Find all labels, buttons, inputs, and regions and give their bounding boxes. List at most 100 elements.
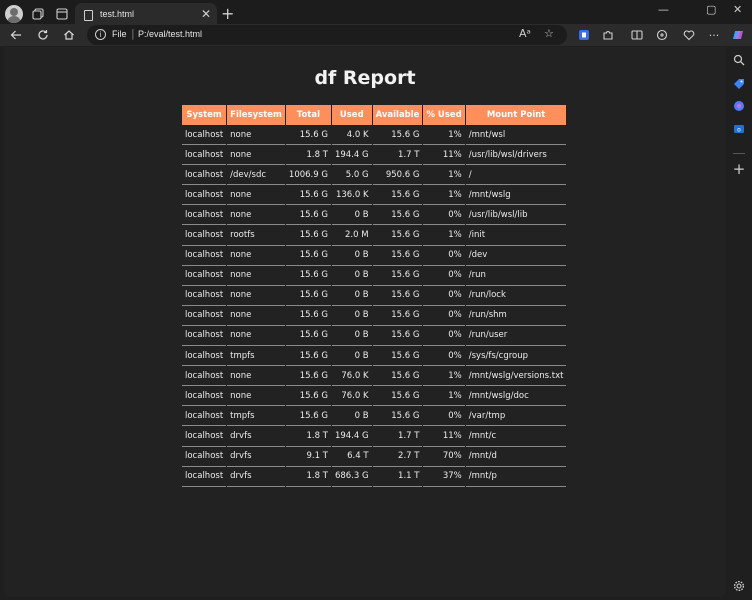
cell-filesystem: rootfs bbox=[227, 225, 285, 246]
apps-icon[interactable] bbox=[731, 98, 747, 114]
cell-filesystem: none bbox=[227, 366, 285, 387]
cell-available: 15.6 G bbox=[372, 266, 423, 286]
table-header-row: System Filesystem Total Used Available %… bbox=[182, 105, 567, 125]
address-bar[interactable]: i File | P:/eval/test.html Aᵃ ☆ bbox=[87, 25, 567, 45]
column-header-mount-point: Mount Point bbox=[465, 105, 567, 125]
copilot-icon[interactable] bbox=[731, 27, 747, 43]
cell-pct-used: 0% bbox=[423, 246, 465, 266]
table-row: localhost none 15.6 G 136.0 K 15.6 G 1%/mnt/w… bbox=[182, 185, 567, 206]
column-header-total: Total bbox=[285, 105, 331, 125]
cell-total: 15.6 G bbox=[285, 346, 331, 367]
table-row: localhost/dev/sdc 1006.9 G 5.0 G 950.6 G 1% / bbox=[182, 165, 567, 186]
table-row: localhost none 15.6 G 4.0 K 15.6 G 1%/mnt/wsl bbox=[182, 125, 567, 146]
cell-pct-used: 70% bbox=[423, 447, 465, 467]
plus-icon[interactable]: + bbox=[221, 4, 234, 23]
maximize-icon[interactable]: ▢ bbox=[706, 3, 716, 16]
cell-mount-point: /sys/fs/cgroup bbox=[465, 346, 567, 367]
heart-pulse-icon[interactable] bbox=[681, 27, 697, 43]
profile-avatar[interactable] bbox=[5, 5, 23, 23]
minimize-icon[interactable]: — bbox=[658, 3, 669, 16]
table-row: localhost none 15.6 G 76.0 K 15.6 G 1%/mnt/ws… bbox=[182, 366, 567, 387]
home-icon[interactable] bbox=[59, 25, 79, 45]
close-window-icon[interactable]: ✕ bbox=[733, 3, 742, 16]
cell-available: 15.6 G bbox=[372, 286, 423, 306]
cell-pct-used: 0% bbox=[423, 326, 465, 347]
table-row: localhost none 15.6 G0 B 15.6 G 0%/run bbox=[182, 266, 567, 286]
split-screen-icon[interactable] bbox=[629, 27, 645, 43]
column-header-system: System bbox=[182, 105, 227, 125]
cell-available: 15.6 G bbox=[372, 185, 423, 206]
shield-extension-icon[interactable] bbox=[576, 27, 592, 43]
svg-text:o: o bbox=[737, 127, 741, 134]
cell-system: localhost bbox=[182, 326, 227, 347]
column-header-filesystem: Filesystem bbox=[227, 105, 285, 125]
cell-total: 1.8 T bbox=[285, 467, 331, 487]
cell-total: 1006.9 G bbox=[285, 165, 331, 186]
cell-filesystem: tmpfs bbox=[227, 406, 285, 427]
cell-mount-point: /run bbox=[465, 266, 567, 286]
table-row: localhost drvfs 9.1 T 6.4 T 2.7 T 70%/mnt/d bbox=[182, 447, 567, 467]
more-icon[interactable]: ··· bbox=[706, 27, 722, 43]
collections-icon[interactable] bbox=[654, 27, 670, 43]
cell-system: localhost bbox=[182, 185, 227, 206]
cell-pct-used: 0% bbox=[423, 406, 465, 427]
tag-icon[interactable] bbox=[731, 76, 747, 92]
back-arrow-icon[interactable] bbox=[6, 25, 26, 45]
cell-filesystem: none bbox=[227, 306, 285, 326]
cell-used: 6.4 T bbox=[331, 447, 372, 467]
cell-used: 194.4 G bbox=[331, 145, 372, 166]
workspaces-icon[interactable] bbox=[29, 5, 47, 23]
cell-system: localhost bbox=[182, 225, 227, 246]
search-icon[interactable] bbox=[731, 52, 747, 68]
cell-total: 15.6 G bbox=[285, 246, 331, 266]
cell-filesystem: none bbox=[227, 145, 285, 166]
cell-used: 0 B bbox=[331, 306, 372, 326]
cell-available: 15.6 G bbox=[372, 406, 423, 427]
close-icon[interactable]: ✕ bbox=[201, 7, 211, 21]
info-icon[interactable]: i bbox=[95, 29, 106, 40]
cell-mount-point: /mnt/wslg bbox=[465, 185, 567, 206]
cell-pct-used: 11% bbox=[423, 426, 465, 447]
cell-total: 15.6 G bbox=[285, 406, 331, 427]
cell-total: 15.6 G bbox=[285, 225, 331, 246]
column-header-available: Available bbox=[372, 105, 423, 125]
outlook-icon[interactable]: o bbox=[731, 121, 747, 137]
sidebar-divider bbox=[733, 153, 745, 154]
cell-total: 15.6 G bbox=[285, 386, 331, 407]
cell-mount-point: /mnt/d bbox=[465, 447, 567, 467]
cell-available: 15.6 G bbox=[372, 225, 423, 246]
puzzle-icon[interactable] bbox=[600, 27, 616, 43]
cell-mount-point: /run/shm bbox=[465, 306, 567, 326]
table-row: localhost none 15.6 G0 B 15.6 G 0%/run/lock bbox=[182, 286, 567, 306]
star-icon[interactable]: ☆ bbox=[544, 27, 554, 40]
plus-icon[interactable]: + bbox=[731, 160, 747, 178]
cell-pct-used: 11% bbox=[423, 145, 465, 166]
cell-available: 1.7 T bbox=[372, 426, 423, 447]
cell-system: localhost bbox=[182, 286, 227, 306]
column-header-used: Used bbox=[331, 105, 372, 125]
cell-available: 15.6 G bbox=[372, 386, 423, 407]
cell-filesystem: drvfs bbox=[227, 467, 285, 487]
cell-pct-used: 1% bbox=[423, 225, 465, 246]
cell-total: 15.6 G bbox=[285, 185, 331, 206]
cell-pct-used: 0% bbox=[423, 346, 465, 367]
cell-pct-used: 1% bbox=[423, 165, 465, 186]
cell-used: 2.0 M bbox=[331, 225, 372, 246]
cell-total: 15.6 G bbox=[285, 306, 331, 326]
cell-total: 15.6 G bbox=[285, 125, 331, 146]
tab-actions-icon[interactable] bbox=[53, 5, 71, 23]
table-row: localhost none 15.6 G 76.0 K 15.6 G 1%/mnt/ws… bbox=[182, 386, 567, 407]
gear-icon[interactable] bbox=[731, 578, 747, 594]
refresh-icon[interactable] bbox=[33, 25, 53, 45]
browser-sidebar: o + bbox=[726, 47, 752, 600]
cell-system: localhost bbox=[182, 246, 227, 266]
read-aloud-icon[interactable]: Aᵃ bbox=[519, 27, 531, 40]
table-row: localhost none 15.6 G0 B 15.6 G 0%/run/shm bbox=[182, 306, 567, 326]
cell-system: localhost bbox=[182, 125, 227, 146]
cell-filesystem: /dev/sdc bbox=[227, 165, 285, 186]
browser-window: test.html ✕ + — ▢ ✕ i File | P:/eval/tes… bbox=[0, 0, 752, 600]
cell-total: 15.6 G bbox=[285, 205, 331, 226]
table-row: localhost tmpfs 15.6 G0 B 15.6 G 0%/var/tmp bbox=[182, 406, 567, 427]
cell-available: 2.7 T bbox=[372, 447, 423, 467]
table-row: localhost none 15.6 G0 B 15.6 G 0%/dev bbox=[182, 246, 567, 266]
